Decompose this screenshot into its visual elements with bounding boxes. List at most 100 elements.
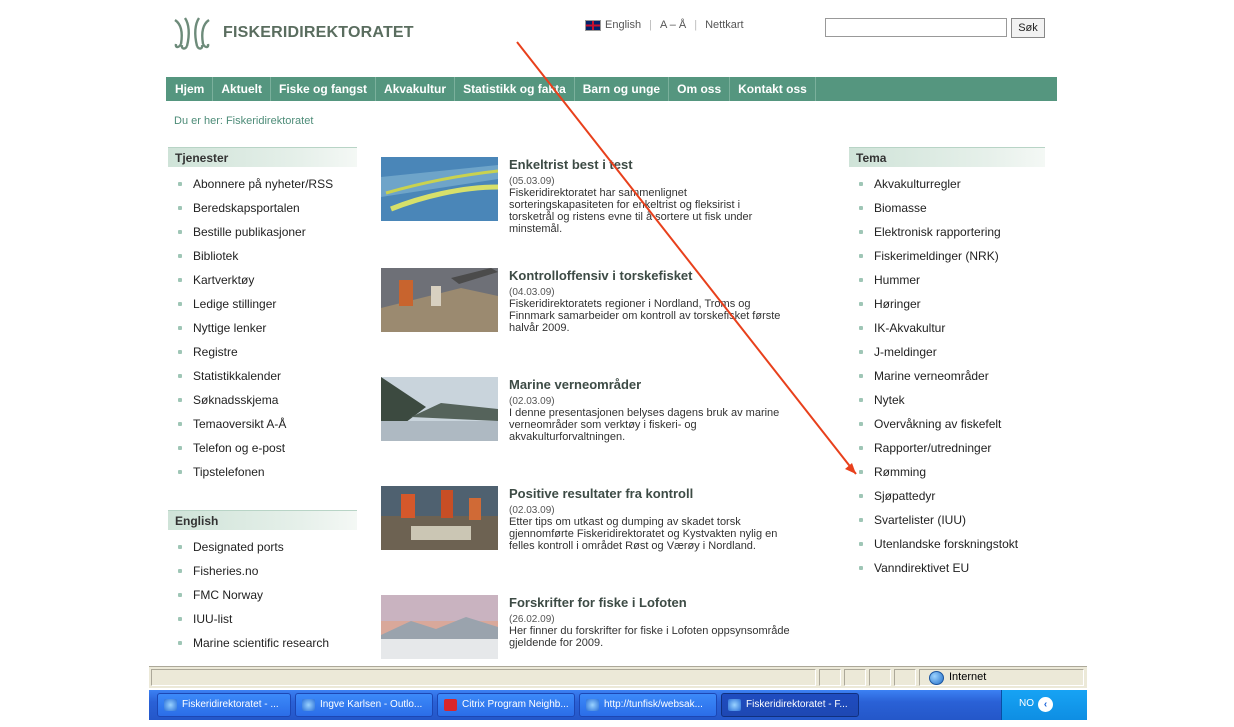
news-date: (05.03.09) bbox=[509, 176, 555, 187]
news-text: Positive resultater fra kontroll (02.03.… bbox=[509, 486, 854, 552]
top-links: English | A – Å | Nettkart bbox=[585, 19, 744, 31]
news-title[interactable]: Kontrolloffensiv i torskefisket bbox=[509, 268, 854, 284]
breadcrumb: Du er her: Fiskeridirektoratet bbox=[174, 115, 314, 127]
site-logo[interactable]: FISKERIDIREKTORATET bbox=[167, 14, 414, 52]
news-text: Enkeltrist best i test (05.03.09) Fisker… bbox=[509, 157, 854, 235]
search-button[interactable]: Søk bbox=[1011, 18, 1045, 38]
news-text: Marine verneområder (02.03.09) I denne p… bbox=[509, 377, 854, 443]
lofoten-winter-image[interactable] bbox=[381, 595, 498, 659]
nav-item-fiske-og-fangst[interactable]: Fiske og fangst bbox=[271, 77, 377, 101]
tema-link[interactable]: Overvåkning av fiskefelt bbox=[849, 412, 1045, 436]
tema-link[interactable]: Biomasse bbox=[849, 196, 1045, 220]
tema-link[interactable]: Marine verneområder bbox=[849, 364, 1045, 388]
english-title: English bbox=[168, 510, 357, 530]
tema-link[interactable]: Utenlandske forskningstokt bbox=[849, 532, 1045, 556]
ie-icon bbox=[586, 699, 599, 711]
tema-link[interactable]: Akvakulturregler bbox=[849, 172, 1045, 196]
services-link[interactable]: Ledige stillinger bbox=[168, 292, 357, 316]
english-link[interactable]: FMC Norway bbox=[168, 583, 357, 607]
nav-item-aktuelt[interactable]: Aktuelt bbox=[213, 77, 272, 101]
search-input[interactable] bbox=[825, 18, 1007, 37]
nav-item-statistikk[interactable]: Statistikk og fakta bbox=[455, 77, 575, 101]
screenshot-frame: FISKERIDIREKTORATET English | A – Å | Ne… bbox=[0, 0, 1234, 727]
ie-icon bbox=[164, 699, 177, 711]
trawl-net-image[interactable] bbox=[381, 157, 498, 221]
news-date: (02.03.09) bbox=[509, 505, 555, 516]
services-link[interactable]: Bibliotek bbox=[168, 244, 357, 268]
language-indicator[interactable]: NO bbox=[1019, 698, 1034, 709]
system-tray: NO ‹ bbox=[1001, 690, 1087, 720]
taskbar-button-label: Citrix Program Neighb... bbox=[462, 699, 569, 710]
news-body-line: halvår 2009. bbox=[509, 322, 570, 334]
news-body-line: felles kontroll i området Røst og Værøy … bbox=[509, 540, 756, 552]
services-link[interactable]: Tipstelefonen bbox=[168, 460, 357, 484]
tema-link[interactable]: Høringer bbox=[849, 292, 1045, 316]
news-date: (26.02.09) bbox=[509, 614, 555, 625]
taskbar-button[interactable]: Ingve Karlsen - Outlo... bbox=[295, 693, 433, 717]
english-list: Designated ports Fisheries.no FMC Norway IU… bbox=[168, 535, 357, 655]
taskbar-button[interactable]: Citrix Program Neighb... bbox=[437, 693, 575, 717]
news-text: Kontrolloffensiv i torskefisket (04.03.0… bbox=[509, 268, 854, 334]
services-link[interactable]: Nyttige lenker bbox=[168, 316, 357, 340]
tema-link[interactable]: Rapporter/utredninger bbox=[849, 436, 1045, 460]
tray-expand-icon[interactable]: ‹ bbox=[1038, 697, 1053, 712]
news-body-line: akvakulturforvaltningen. bbox=[509, 431, 626, 443]
tema-link[interactable]: J-meldinger bbox=[849, 340, 1045, 364]
news-body-line: torsketrål og ristens evne til å sortere… bbox=[509, 211, 753, 223]
news-body-line: Etter tips om utkast og dumping av skade… bbox=[509, 516, 741, 528]
tema-link[interactable]: Elektronisk rapportering bbox=[849, 220, 1045, 244]
taskbar-button-active[interactable]: Fiskeridirektoratet - F... bbox=[721, 693, 859, 717]
nav-item-akvakultur[interactable]: Akvakultur bbox=[376, 77, 456, 101]
taskbar-button[interactable]: Fiskeridirektoratet - ... bbox=[157, 693, 291, 717]
news-body: Fiskeridirektoratet har sammenlignet sor… bbox=[509, 187, 854, 235]
tema-link[interactable]: Hummer bbox=[849, 268, 1045, 292]
news-title[interactable]: Forskrifter for fiske i Lofoten bbox=[509, 595, 854, 611]
tema-link[interactable]: Svartelister (IUU) bbox=[849, 508, 1045, 532]
taskbar-button[interactable]: http://tunfisk/websak... bbox=[579, 693, 717, 717]
english-link[interactable]: Fisheries.no bbox=[168, 559, 357, 583]
services-link[interactable]: Kartverktøy bbox=[168, 268, 357, 292]
taskbar-button-label: Fiskeridirektoratet - ... bbox=[182, 699, 279, 710]
sitemap-link[interactable]: Nettkart bbox=[705, 19, 744, 31]
fish-inspection-image[interactable] bbox=[381, 486, 498, 550]
services-link[interactable]: Bestille publikasjoner bbox=[168, 220, 357, 244]
tema-link[interactable]: IK-Akvakultur bbox=[849, 316, 1045, 340]
services-link[interactable]: Statistikkalender bbox=[168, 364, 357, 388]
nav-item-kontakt-oss[interactable]: Kontakt oss bbox=[730, 77, 816, 101]
services-link[interactable]: Telefon og e-post bbox=[168, 436, 357, 460]
services-link[interactable]: Registre bbox=[168, 340, 357, 364]
nav-item-barn-og-unge[interactable]: Barn og unge bbox=[575, 77, 670, 101]
status-text-cell bbox=[151, 669, 816, 686]
a-z-link[interactable]: A – Å bbox=[660, 19, 686, 31]
ie-icon bbox=[728, 699, 741, 711]
tema-link[interactable]: Nytek bbox=[849, 388, 1045, 412]
services-link[interactable]: Abonnere på nyheter/RSS bbox=[168, 172, 357, 196]
tema-link[interactable]: Rømming bbox=[849, 460, 1045, 484]
english-link[interactable]: Marine scientific research bbox=[168, 631, 357, 655]
news-body: Etter tips om utkast og dumping av skade… bbox=[509, 516, 854, 552]
news-body-line: I denne presentasjonen belyses dagens br… bbox=[509, 407, 780, 419]
services-link[interactable]: Søknadsskjema bbox=[168, 388, 357, 412]
status-cell bbox=[844, 669, 866, 686]
status-cell bbox=[894, 669, 916, 686]
news-title[interactable]: Enkeltrist best i test bbox=[509, 157, 854, 173]
tema-link[interactable]: Vanndirektivet EU bbox=[849, 556, 1045, 580]
services-link[interactable]: Temaoversikt A-Å bbox=[168, 412, 357, 436]
services-link[interactable]: Beredskapsportalen bbox=[168, 196, 357, 220]
news-body-line: Finnmark samarbeider om kontroll av tors… bbox=[509, 310, 781, 322]
english-link[interactable]: Designated ports bbox=[168, 535, 357, 559]
nav-item-om-oss[interactable]: Om oss bbox=[669, 77, 731, 101]
tema-list: Akvakulturregler Biomasse Elektronisk rapp… bbox=[849, 172, 1045, 580]
tema-link[interactable]: Fiskerimeldinger (NRK) bbox=[849, 244, 1045, 268]
tema-link[interactable]: Sjøpattedyr bbox=[849, 484, 1045, 508]
news-body-line: Her finner du forskrifter for fiske i Lo… bbox=[509, 625, 790, 637]
windows-taskbar: Fiskeridirektoratet - ... Ingve Karlsen … bbox=[149, 690, 1087, 720]
fishing-boat-image[interactable] bbox=[381, 268, 498, 332]
english-link[interactable]: English bbox=[605, 19, 641, 31]
english-link[interactable]: IUU-list bbox=[168, 607, 357, 631]
nav-item-hjem[interactable]: Hjem bbox=[166, 77, 214, 101]
news-title[interactable]: Positive resultater fra kontroll bbox=[509, 486, 854, 502]
browser-page: FISKERIDIREKTORATET English | A – Å | Ne… bbox=[149, 0, 1059, 666]
news-title[interactable]: Marine verneområder bbox=[509, 377, 854, 393]
fjord-landscape-image[interactable] bbox=[381, 377, 498, 441]
